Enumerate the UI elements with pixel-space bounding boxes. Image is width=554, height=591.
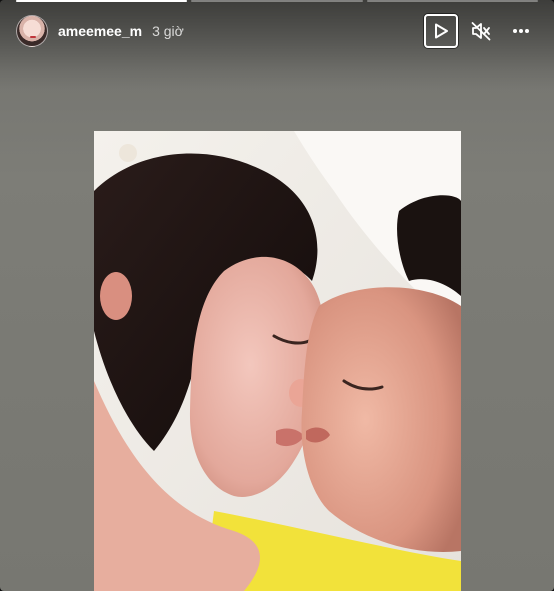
story-viewer: ameemee_m 3 giờ xyxy=(0,0,554,591)
more-options-button[interactable] xyxy=(504,14,538,48)
progress-fill xyxy=(16,0,188,2)
progress-segment xyxy=(191,0,363,2)
mute-button[interactable] xyxy=(464,14,498,48)
username-link[interactable]: ameemee_m xyxy=(58,23,142,39)
story-media[interactable] xyxy=(94,131,461,591)
story-photo xyxy=(94,131,461,591)
play-button[interactable] xyxy=(424,14,458,48)
story-progress xyxy=(16,0,538,3)
play-icon xyxy=(435,23,448,39)
story-header: ameemee_m 3 giờ xyxy=(16,14,538,48)
muted-speaker-icon xyxy=(471,22,491,41)
post-time: 3 giờ xyxy=(152,23,184,39)
story-controls xyxy=(424,14,538,48)
progress-segment xyxy=(366,0,538,2)
more-options-icon xyxy=(513,29,529,33)
progress-segment xyxy=(16,0,188,2)
avatar[interactable] xyxy=(16,15,48,47)
